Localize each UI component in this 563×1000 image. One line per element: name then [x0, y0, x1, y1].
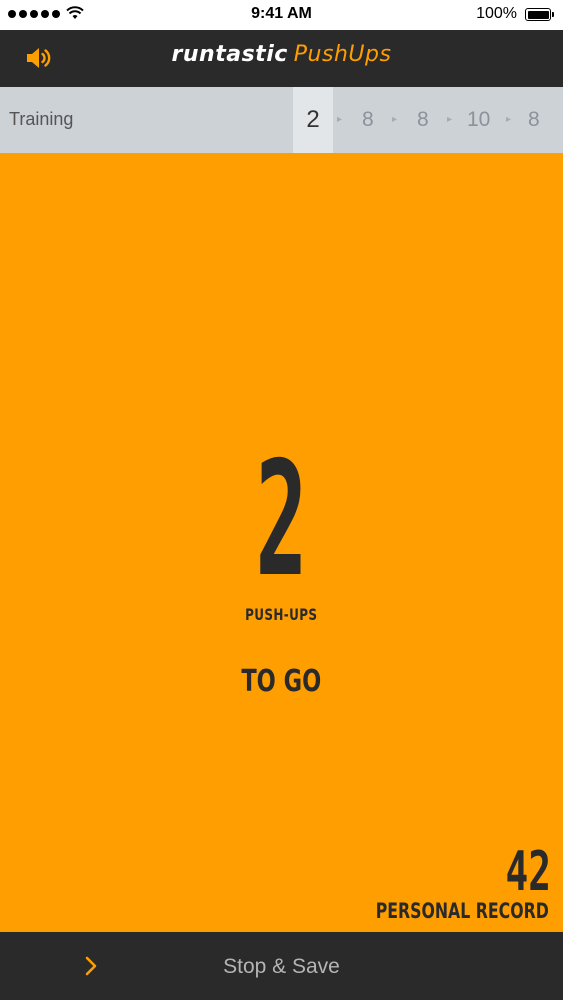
bottom-bar: Stop & Save: [0, 932, 563, 1000]
set-arrow-icon: ▸: [506, 114, 512, 125]
stop-and-save-button[interactable]: Stop & Save: [200, 952, 363, 982]
training-set: 8: [417, 108, 429, 131]
status-bar: 9:41 AM 100%: [0, 0, 563, 30]
training-set: 8: [362, 108, 374, 131]
training-set-current: 2: [293, 87, 333, 153]
training-label: Training: [9, 109, 74, 129]
remaining-count: 2: [255, 428, 308, 612]
personal-record-value: 42: [505, 840, 551, 903]
to-go-label: TO GO: [241, 664, 322, 699]
set-arrow-icon: ▸: [337, 114, 343, 125]
battery-percent: 100%: [476, 5, 517, 22]
pushup-counter[interactable]: 2: [0, 440, 563, 600]
set-arrow-icon: ▸: [392, 114, 398, 125]
personal-record-label: PERSONAL RECORD: [375, 899, 549, 923]
training-set: 10: [467, 108, 491, 131]
set-arrow-icon: ▸: [447, 114, 453, 125]
app-header: runtastic PushUps: [0, 30, 563, 87]
app-logo: runtastic PushUps: [0, 42, 563, 67]
logo-brand: runtastic: [171, 42, 288, 67]
training-set: 8: [528, 108, 540, 131]
pushups-label: PUSH-UPS: [245, 605, 318, 624]
battery-icon: [525, 8, 554, 21]
training-bar: Training 2 ▸ 8 ▸ 8 ▸ 10 ▸ 8: [0, 87, 563, 153]
logo-product: PushUps: [293, 42, 392, 67]
chevron-right-icon[interactable]: [84, 954, 98, 978]
